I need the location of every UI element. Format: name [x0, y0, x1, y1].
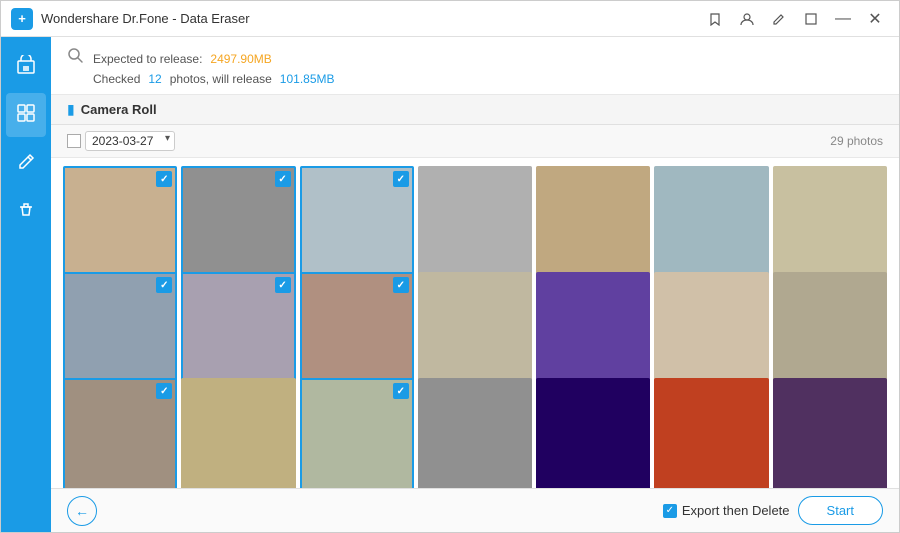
photo-cell[interactable]: ✓: [63, 272, 177, 386]
magnify-icon: [67, 47, 85, 70]
export-wrap: ✓ Export then Delete Start: [663, 496, 883, 525]
home-icon: [16, 55, 36, 80]
info-row-checked: Checked 12 photos, will release 101.85MB: [67, 72, 883, 86]
sidebar-item-clean[interactable]: [6, 189, 46, 233]
info-row-expected: Expected to release: 2497.90MB: [67, 47, 883, 70]
back-button[interactable]: ←: [67, 496, 97, 526]
expected-label: Expected to release:: [93, 52, 202, 66]
date-checkbox[interactable]: [67, 134, 81, 148]
photo-cell[interactable]: [773, 272, 887, 386]
photo-cell[interactable]: [536, 166, 650, 280]
export-checkbox-icon: ✓: [663, 504, 677, 518]
photo-cell[interactable]: [418, 166, 532, 280]
photo-cell[interactable]: [536, 378, 650, 488]
photo-cell[interactable]: ✓: [300, 272, 414, 386]
photo-check-badge: ✓: [156, 383, 172, 399]
photo-check-badge: ✓: [393, 383, 409, 399]
info-bar: Expected to release: 2497.90MB Checked 1…: [51, 37, 899, 95]
content-area: Expected to release: 2497.90MB Checked 1…: [51, 37, 899, 532]
start-button[interactable]: Start: [798, 496, 883, 525]
photo-cell[interactable]: [654, 166, 768, 280]
sidebar: [1, 37, 51, 532]
photo-check-badge: ✓: [275, 171, 291, 187]
checked-prefix: Checked: [93, 72, 140, 86]
export-label: Export then Delete: [682, 503, 790, 518]
photo-cell[interactable]: ✓: [300, 378, 414, 488]
photo-cell[interactable]: [654, 272, 768, 386]
window-button[interactable]: [797, 5, 825, 33]
edit-button[interactable]: [765, 5, 793, 33]
section-title: Camera Roll: [81, 102, 157, 117]
titlebar: + Wondershare Dr.Fone - Data Eraser — ✕: [1, 1, 899, 37]
filter-row: 2023-03-27 29 photos: [51, 125, 899, 158]
erase-icon: [16, 103, 36, 128]
main-layout: Expected to release: 2497.90MB Checked 1…: [1, 37, 899, 532]
checked-value: 101.85MB: [280, 72, 335, 86]
date-dropdown-wrap: 2023-03-27: [85, 131, 175, 151]
logo-icon: +: [18, 11, 26, 26]
profile-button[interactable]: [733, 5, 761, 33]
photo-cell[interactable]: [418, 272, 532, 386]
expected-value: 2497.90MB: [210, 52, 271, 66]
photo-cell[interactable]: [418, 378, 532, 488]
date-dropdown[interactable]: 2023-03-27: [85, 131, 175, 151]
photo-cell[interactable]: ✓: [300, 166, 414, 280]
window-controls: — ✕: [701, 5, 889, 33]
export-checkbox-label[interactable]: ✓ Export then Delete: [663, 503, 790, 518]
photo-check-badge: ✓: [156, 277, 172, 293]
photo-cell[interactable]: [773, 378, 887, 488]
photo-cell[interactable]: ✓: [181, 166, 295, 280]
checkmark-icon: ✓: [666, 505, 674, 516]
sidebar-item-erase[interactable]: [6, 93, 46, 137]
main-window: + Wondershare Dr.Fone - Data Eraser — ✕: [0, 0, 900, 533]
section-header: ▮ Camera Roll: [51, 95, 899, 125]
checked-count: 12: [148, 72, 161, 86]
bookmark-button[interactable]: [701, 5, 729, 33]
photo-cell[interactable]: [773, 166, 887, 280]
photo-check-badge: ✓: [393, 171, 409, 187]
photo-cell[interactable]: ✓: [63, 166, 177, 280]
date-filter-wrap: 2023-03-27: [67, 131, 175, 151]
edit-icon: [16, 151, 36, 176]
app-logo: +: [11, 8, 33, 30]
photo-cell[interactable]: [654, 378, 768, 488]
checked-mid: photos, will release: [170, 72, 272, 86]
photo-check-badge: ✓: [156, 171, 172, 187]
photo-cell[interactable]: ✓: [63, 378, 177, 488]
photo-cell[interactable]: [181, 378, 295, 488]
bottom-bar: ← ✓ Export then Delete Start: [51, 488, 899, 532]
minus-icon: ▮: [67, 101, 75, 118]
window-title: Wondershare Dr.Fone - Data Eraser: [41, 11, 701, 26]
clean-icon: [16, 199, 36, 224]
photo-check-badge: ✓: [275, 277, 291, 293]
sidebar-item-edit[interactable]: [6, 141, 46, 185]
photo-cell[interactable]: [536, 272, 650, 386]
minimize-button[interactable]: —: [829, 5, 857, 33]
photo-count: 29 photos: [830, 134, 883, 148]
sidebar-item-home[interactable]: [6, 45, 46, 89]
close-button[interactable]: ✕: [861, 5, 889, 33]
photo-grid: ✓ ✓ ✓ ✓ ✓ ✓ ✓ ✓: [51, 158, 899, 488]
photo-cell[interactable]: ✓: [181, 272, 295, 386]
photo-check-badge: ✓: [393, 277, 409, 293]
